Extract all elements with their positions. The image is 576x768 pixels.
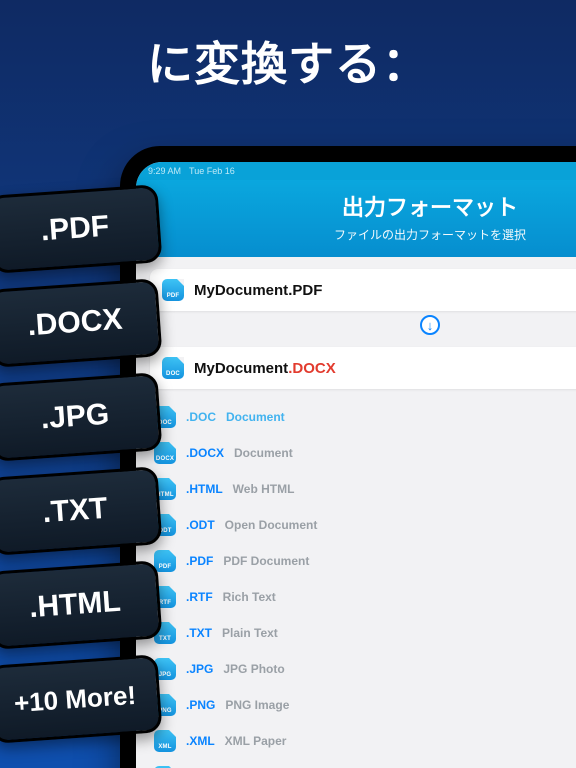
format-row[interactable]: TXT.TXT Plain Text [150, 615, 576, 651]
format-row[interactable]: RTF.RTF Rich Text [150, 579, 576, 615]
format-row[interactable]: DOCX.DOCX Document [150, 435, 576, 471]
format-ext: .ODT [186, 518, 215, 532]
format-row[interactable]: JPG.JPG JPG Photo [150, 651, 576, 687]
target-file-name: MyDocument.DOCX [194, 360, 336, 377]
promo-background: に変換する： .PDF .DOCX .JPG .TXT .HTML +10 Mo… [0, 0, 576, 768]
format-row[interactable]: PNG.PNG PNG Image [150, 687, 576, 723]
format-ext: .RTF [186, 590, 213, 604]
format-ext: .TXT [186, 626, 212, 640]
promo-headline: に変換する： [0, 0, 576, 112]
header-subtitle: ファイルの出力フォーマットを選択 [148, 226, 576, 243]
format-desc: PNG Image [225, 698, 289, 712]
screen-header: ‹ 出力フォーマット ファイルの出力フォーマットを選択 [136, 180, 576, 257]
arrow-down-icon: ↓ [420, 315, 440, 335]
format-row[interactable]: XPS.XPS XML Paper [150, 759, 576, 768]
format-pill-html: .HTML [0, 560, 163, 650]
format-pill-txt: .TXT [0, 466, 163, 556]
header-title: 出力フォーマット [148, 190, 576, 222]
format-row[interactable]: DOC.DOC Document [150, 399, 576, 435]
format-pill-pdf: .PDF [0, 184, 163, 274]
file-icon: XML [154, 730, 176, 752]
format-desc: PDF Document [223, 554, 309, 568]
format-row[interactable]: PDF .PDF PDF Document [150, 543, 576, 579]
format-pill-docx: .DOCX [0, 278, 163, 368]
format-desc: JPG Photo [223, 662, 284, 676]
format-ext: .XML [186, 734, 215, 748]
format-row[interactable]: HTML.HTML Web HTML [150, 471, 576, 507]
source-file-name: MyDocument.PDF [194, 282, 322, 299]
format-ext: .PDF [186, 554, 213, 568]
format-desc: Rich Text [223, 590, 276, 604]
target-file-card: DOC MyDocument.DOCX [150, 347, 576, 389]
format-desc: Web HTML [233, 482, 295, 496]
status-date: Tue Feb 16 [189, 166, 235, 176]
format-ext: .PNG [186, 698, 215, 712]
format-ext: .HTML [186, 482, 223, 496]
format-list: DOC.DOC DocumentDOCX.DOCX DocumentHTML.H… [150, 399, 576, 768]
format-desc: Document [234, 446, 293, 460]
tablet-frame: 9:29 AM Tue Feb 16 ‹ 出力フォーマット ファイルの出力フォー… [120, 146, 576, 768]
status-bar: 9:29 AM Tue Feb 16 [136, 162, 576, 180]
format-pill-more: +10 More! [0, 654, 163, 744]
format-ext: .DOC [186, 410, 216, 424]
status-time: 9:29 AM [148, 166, 181, 176]
source-file-card: PDF MyDocument.PDF [150, 269, 576, 311]
tablet-screen: 9:29 AM Tue Feb 16 ‹ 出力フォーマット ファイルの出力フォー… [136, 162, 576, 768]
format-ext: .JPG [186, 662, 213, 676]
file-icon: DOC [162, 357, 184, 379]
format-row[interactable]: XML .XML XML Paper [150, 723, 576, 759]
format-desc: Open Document [225, 518, 318, 532]
format-desc: Plain Text [222, 626, 278, 640]
format-pill-jpg: .JPG [0, 372, 163, 462]
format-row[interactable]: ODT.ODT Open Document [150, 507, 576, 543]
format-desc: Document [226, 410, 285, 424]
format-ext: .DOCX [186, 446, 224, 460]
file-icon: PDF [154, 550, 176, 572]
convert-arrow: ↓ [136, 315, 576, 335]
file-icon: PDF [162, 279, 184, 301]
format-desc: XML Paper [225, 734, 287, 748]
